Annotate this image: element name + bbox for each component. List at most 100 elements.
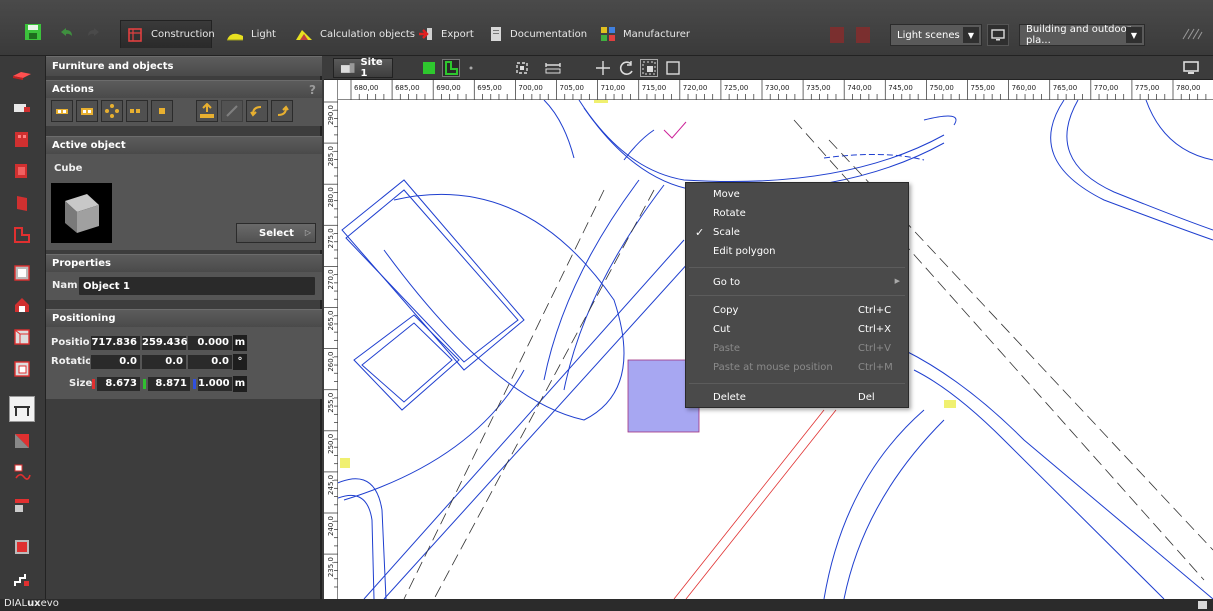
name-field[interactable]: Object 1 xyxy=(78,276,316,296)
ruler-y-label: 255,0 xyxy=(327,393,335,413)
ruler-y-label: 235,0 xyxy=(327,557,335,577)
rail-car-icon[interactable] xyxy=(9,94,35,120)
manufacturer-icon xyxy=(601,27,615,41)
rail-path-icon[interactable] xyxy=(9,460,35,486)
rail-stairs-icon[interactable] xyxy=(9,566,35,592)
ruler-x-label: 710,00 xyxy=(601,84,626,92)
edit-polygon-icon[interactable] xyxy=(664,59,682,77)
grid-pattern-icon[interactable] xyxy=(1181,28,1203,40)
panel-title: Furniture and objects xyxy=(46,56,322,76)
play-icon[interactable] xyxy=(830,27,844,43)
rotation-y-field[interactable]: 0.0 xyxy=(141,354,187,370)
import-object-icon[interactable] xyxy=(196,100,218,122)
rail-box-icon[interactable] xyxy=(9,324,35,350)
ruler-x-label: 780,00 xyxy=(1176,84,1201,92)
rotation-z-field[interactable]: 0.0 xyxy=(187,354,233,370)
rail-cut-icon[interactable] xyxy=(9,492,35,518)
move-icon[interactable] xyxy=(594,59,612,77)
place-point-icon[interactable] xyxy=(151,100,173,122)
floor-plan-icon[interactable] xyxy=(442,59,460,77)
rotate-right-icon[interactable] xyxy=(271,100,293,122)
tab-documentation[interactable]: Documentation xyxy=(482,20,593,48)
place-field-icon[interactable] xyxy=(101,100,123,122)
rail-roof-icon[interactable] xyxy=(9,292,35,318)
place-single-icon[interactable] xyxy=(51,100,73,122)
3d-view-icon[interactable] xyxy=(420,59,438,77)
context-menu: Move Rotate ✓ Scale Edit polygon Go to ▶ C… xyxy=(685,182,909,408)
ruler-y-label: 250,0 xyxy=(327,434,335,454)
size-z-field[interactable]: 1.000 xyxy=(197,376,233,392)
size-y-field[interactable]: 8.871 xyxy=(147,376,191,392)
tab-construction[interactable]: Construction xyxy=(120,20,215,48)
ruler-y-label: 290,0 xyxy=(327,105,335,125)
light-icon xyxy=(227,33,243,41)
tab-manufacturer[interactable]: Manufacturer xyxy=(593,20,696,48)
menu-item-copy[interactable]: Copy Ctrl+C xyxy=(686,301,908,320)
ruler-x-label: 770,00 xyxy=(1094,84,1119,92)
rotate-icon[interactable] xyxy=(618,59,636,77)
ruler-x-label: 680,00 xyxy=(354,84,379,92)
rail-room-icon[interactable] xyxy=(9,260,35,286)
ruler-y-label: 275,0 xyxy=(327,228,335,248)
ruler-x-label: 695,00 xyxy=(477,84,502,92)
position-z-field[interactable]: 0.000 xyxy=(187,335,233,351)
redo-icon[interactable] xyxy=(85,23,103,41)
ruler-x-label: 730,00 xyxy=(765,84,790,92)
tab-label: Documentation xyxy=(510,28,588,40)
rotate-left-icon[interactable] xyxy=(246,100,268,122)
save-icon[interactable] xyxy=(24,23,42,41)
rail-material-icon[interactable] xyxy=(9,428,35,454)
edit-object-icon[interactable] xyxy=(221,100,243,122)
select-button[interactable]: Select ▷ xyxy=(236,223,316,243)
menu-item-go-to[interactable]: Go to ▶ xyxy=(686,273,908,292)
tab-light[interactable]: Light xyxy=(219,20,282,48)
monitor-icon[interactable] xyxy=(987,24,1009,46)
view-mode-dropdown[interactable]: Building and outdoor pla... ▼ xyxy=(1019,24,1145,46)
rail-wall-icon[interactable] xyxy=(9,158,35,184)
rail-window-icon[interactable] xyxy=(9,356,35,382)
position-y-field[interactable]: 259.436 xyxy=(141,335,188,351)
size-x-field[interactable]: 8.673 xyxy=(96,376,141,392)
ruler-x-label: 715,00 xyxy=(642,84,667,92)
undo-icon[interactable] xyxy=(57,23,75,41)
place-line-icon[interactable] xyxy=(126,100,148,122)
status-square-icon xyxy=(1198,601,1207,609)
rail-door-icon[interactable] xyxy=(9,190,35,216)
tab-calculation-objects[interactable]: Calculation objects xyxy=(288,20,421,48)
menu-item-paste: Paste Ctrl+V xyxy=(713,343,892,354)
tab-label: Construction xyxy=(151,29,215,40)
rail-building-icon[interactable] xyxy=(9,126,35,152)
menu-item-delete[interactable]: Delete Del xyxy=(686,388,908,407)
rail-floor-icon[interactable] xyxy=(9,222,35,248)
rail-table-icon[interactable] xyxy=(9,396,35,422)
status-bar: DIALuxevo xyxy=(0,598,1213,611)
menu-item-paste-at-mouse: Paste at mouse position Ctrl+M xyxy=(713,362,893,373)
help-icon[interactable]: ? xyxy=(309,83,316,97)
menu-item-rotate[interactable]: Rotate xyxy=(686,204,908,223)
viewport-monitor-icon[interactable] xyxy=(1182,59,1200,77)
menu-item-edit-polygon[interactable]: Edit polygon xyxy=(686,242,908,261)
zoom-extents-icon[interactable] xyxy=(513,59,531,77)
measure-icon[interactable] xyxy=(544,59,562,77)
position-x-field[interactable]: 717.836 xyxy=(90,335,141,351)
position-unit: m xyxy=(233,335,247,351)
actions-heading: Actions ? xyxy=(46,80,322,98)
view-options-icon[interactable] xyxy=(462,59,480,77)
menu-item-scale[interactable]: ✓ Scale xyxy=(686,223,908,242)
scale-icon[interactable] xyxy=(640,59,658,77)
ruler-x-label: 690,00 xyxy=(436,84,461,92)
chevron-down-icon: ▼ xyxy=(1126,27,1142,43)
tab-export[interactable]: Export xyxy=(411,20,480,48)
ruler-x-label: 685,00 xyxy=(395,84,420,92)
ruler-x-label: 750,00 xyxy=(929,84,954,92)
stop-icon[interactable] xyxy=(856,27,870,43)
site-button[interactable]: Site 1 xyxy=(333,57,393,79)
rotation-x-field[interactable]: 0.0 xyxy=(90,354,141,370)
light-scenes-dropdown[interactable]: Light scenes 1 ▼ xyxy=(890,24,982,46)
rail-furniture-icon[interactable] xyxy=(9,62,35,88)
menu-item-move[interactable]: Move xyxy=(686,185,908,204)
ruler-y-label: 270,0 xyxy=(327,269,335,289)
rail-object-icon[interactable] xyxy=(9,534,35,560)
menu-item-cut[interactable]: Cut Ctrl+X xyxy=(686,320,908,339)
place-row-icon[interactable] xyxy=(76,100,98,122)
